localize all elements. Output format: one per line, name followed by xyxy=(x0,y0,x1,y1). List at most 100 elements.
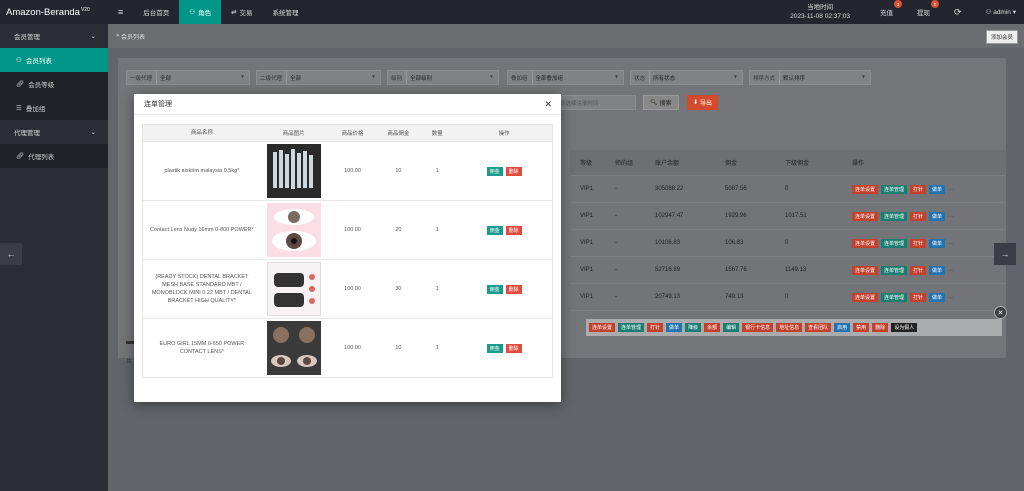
commission-button[interactable]: 佣金 xyxy=(486,225,503,235)
arrow-left-icon[interactable]: ← xyxy=(0,243,22,265)
filter-sort[interactable]: 排序方式 默认排序 ▼ xyxy=(749,70,871,85)
commission-button[interactable]: 佣金 xyxy=(486,343,503,353)
app-logo[interactable]: Amazon-Beranda V20 xyxy=(0,0,108,24)
more-button[interactable]: ... xyxy=(948,239,954,248)
withdraw-link[interactable]: 提现 0 xyxy=(917,0,940,17)
sidebar-group-members[interactable]: 会员管理 ⌄ xyxy=(0,24,108,48)
inject-button[interactable]: 打针 xyxy=(910,238,927,248)
filter-agent2[interactable]: 二级代理 全部 ▼ xyxy=(256,70,381,85)
user-menu[interactable]: ⚇ admin ▾ xyxy=(986,8,1016,16)
register-date-input[interactable]: 请选择注册时间 xyxy=(556,95,636,110)
more-actions-popup: 连单设置 连单管理 打针 做单 降级 余额 编辑 银行卡信息 地址信息 查看团队… xyxy=(586,319,1002,336)
sidebar-item-member-level[interactable]: 🔗︎ 会员等级 xyxy=(0,72,108,96)
scrollbar[interactable] xyxy=(126,341,134,344)
cell-commission: 106.83 xyxy=(725,240,744,246)
edit-button[interactable]: 编辑 xyxy=(723,323,740,332)
continuous-order-setting-button[interactable]: 连单设置 xyxy=(589,323,616,332)
more-button[interactable]: ... xyxy=(948,212,954,221)
continuous-order-setting-button[interactable]: 连单设置 xyxy=(852,211,879,221)
user-name: admin xyxy=(993,9,1011,16)
commission-button[interactable]: 佣金 xyxy=(486,284,503,294)
cell-balance: 10106.83 xyxy=(655,240,681,246)
product-qty: 1 xyxy=(435,286,439,292)
continuous-order-manage-button[interactable]: 连单管理 xyxy=(881,265,908,275)
sidebar-group-agents[interactable]: 代理管理 ⌄ xyxy=(0,120,108,144)
add-member-button[interactable]: 添加会员 xyxy=(985,30,1018,44)
continuous-order-manage-button[interactable]: 连单管理 xyxy=(618,323,645,332)
inject-button[interactable]: 打针 xyxy=(910,211,927,221)
balance-button[interactable]: 余额 xyxy=(704,323,721,332)
continuous-order-setting-button[interactable]: 连单设置 xyxy=(852,292,879,302)
table-row: VIP1 - 10106.83 106.83 0 连单设置 连单管理 打针 做单... xyxy=(570,230,1006,257)
menu-toggle-icon[interactable]: ≡ xyxy=(108,7,133,17)
product-image xyxy=(266,321,321,375)
nav-dashboard[interactable]: 后台首页 xyxy=(133,0,179,24)
popup-close-icon[interactable]: ✕ xyxy=(994,306,1007,319)
sidebar-item-agent-list[interactable]: 🔗︎ 代理列表 xyxy=(0,144,108,168)
continuous-order-manage-button[interactable]: 连单管理 xyxy=(881,292,908,302)
delete-button[interactable]: 删除 xyxy=(505,284,522,294)
filter-overlay-group[interactable]: 叠加组 全部叠加组 ▼ xyxy=(507,70,624,85)
table-row: VIP1 - 52716.89 1567.76 1149.13 连单设置 连单管理 打针 做单.… xyxy=(570,257,1006,284)
close-icon[interactable]: ✕ xyxy=(544,99,552,110)
sidebar-item-overlay-group[interactable]: ☰ 叠加组 xyxy=(0,96,108,120)
delete-button[interactable]: 删除 xyxy=(872,323,889,332)
do-order-button[interactable]: 做单 xyxy=(929,238,946,248)
delete-button[interactable]: 删除 xyxy=(505,166,522,176)
continuous-order-setting-button[interactable]: 连单设置 xyxy=(852,184,879,194)
sidebar-item-label: 会员列表 xyxy=(25,58,52,65)
more-button[interactable]: ... xyxy=(948,293,954,302)
delete-button[interactable]: 删除 xyxy=(505,343,522,353)
set-fake-user-button[interactable]: 设为假人 xyxy=(891,323,918,332)
export-button[interactable]: ⬇ 导出 xyxy=(687,95,719,110)
product-name: EURO GIRL 15MM 0-650 POWER CONTACT LENS* xyxy=(159,341,245,355)
enable-button[interactable]: 启用 xyxy=(834,323,851,332)
nav-transactions[interactable]: ⇄ 交易 xyxy=(221,0,262,24)
sidebar-item-member-list[interactable]: ⚇ 会员列表 xyxy=(0,48,108,72)
refresh-icon[interactable]: ⟳ xyxy=(954,7,962,18)
nav-roles-label: 角色 xyxy=(198,10,212,17)
product-image xyxy=(266,262,321,316)
recharge-link[interactable]: 充值 3 xyxy=(880,0,903,17)
filter-agent1[interactable]: 一级代理 全部 ▼ xyxy=(126,70,250,85)
disable-button[interactable]: 禁用 xyxy=(853,323,870,332)
do-order-button[interactable]: 做单 xyxy=(929,211,946,221)
filter-status[interactable]: 状态 所有状态 ▼ xyxy=(630,70,743,85)
continuous-order-setting-button[interactable]: 连单设置 xyxy=(852,238,879,248)
do-order-button[interactable]: 做单 xyxy=(929,265,946,275)
nav-roles[interactable]: ⚇ 角色 xyxy=(179,0,222,24)
do-order-button[interactable]: 做单 xyxy=(929,184,946,194)
continuous-order-manage-button[interactable]: 连单管理 xyxy=(881,211,908,221)
arrow-right-icon[interactable]: → xyxy=(994,243,1016,265)
cell-level: VIP1 xyxy=(580,186,594,192)
chevron-down-icon: ▼ xyxy=(489,74,494,80)
search-button[interactable]: 🔍︎ 搜索 xyxy=(643,95,679,110)
inject-button[interactable]: 打针 xyxy=(647,323,664,332)
downgrade-button[interactable]: 降级 xyxy=(685,323,702,332)
user-icon: ⚇ xyxy=(16,57,22,64)
view-team-button[interactable]: 查看团队 xyxy=(805,323,832,332)
continuous-order-manage-button[interactable]: 连单管理 xyxy=(881,184,908,194)
filter-value: 默认排序 xyxy=(783,75,806,82)
inject-button[interactable]: 打针 xyxy=(910,265,927,275)
filter-level[interactable]: 级别 全部级别 ▼ xyxy=(387,70,499,85)
pagination-total: 共 xyxy=(126,359,132,365)
address-button[interactable]: 地址信息 xyxy=(776,323,803,332)
commission-button[interactable]: 佣金 xyxy=(486,166,503,176)
inject-button[interactable]: 打针 xyxy=(910,292,927,302)
chevron-down-icon: ▼ xyxy=(614,74,619,80)
do-order-button[interactable]: 做单 xyxy=(929,292,946,302)
sidebar-item-label: 叠加组 xyxy=(25,106,46,113)
nav-system[interactable]: 系统管理 xyxy=(263,0,309,24)
more-button[interactable]: ... xyxy=(948,185,954,194)
table-row: (READY STOCK) DENTAL BRACKET MESH BASE S… xyxy=(143,259,552,318)
continuous-order-manage-button[interactable]: 连单管理 xyxy=(881,238,908,248)
continuous-order-setting-button[interactable]: 连单设置 xyxy=(852,265,879,275)
delete-button[interactable]: 删除 xyxy=(505,225,522,235)
inject-button[interactable]: 打针 xyxy=(910,184,927,194)
filter-label: 一级代理 xyxy=(130,71,158,84)
more-button[interactable]: ... xyxy=(948,266,954,275)
do-order-button[interactable]: 做单 xyxy=(666,323,683,332)
bank-card-button[interactable]: 银行卡信息 xyxy=(742,323,774,332)
table-row: VIP1 - 20749.13 749.13 0 连单设置 连单管理 打针 做单... xyxy=(570,284,1006,311)
